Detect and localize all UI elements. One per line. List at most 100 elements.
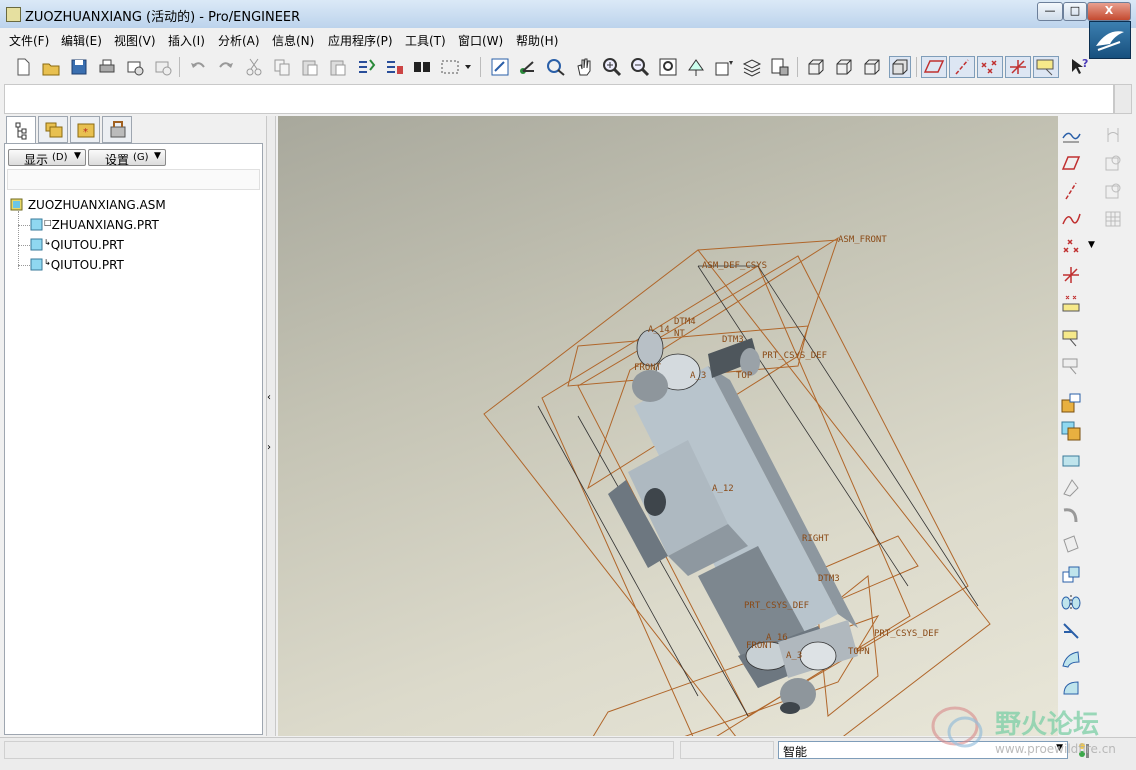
expand-right-icon[interactable]: › (267, 442, 271, 453)
send-mail-icon[interactable] (124, 56, 146, 78)
menu-view[interactable]: 视图(V) (114, 32, 156, 49)
create-component-icon[interactable] (1060, 420, 1082, 442)
show-dropdown-button[interactable]: 显示 (D) ▼ (8, 149, 86, 167)
annotation-toggle-icon[interactable] (1033, 56, 1059, 78)
selection-box-icon[interactable] (439, 56, 475, 78)
datum-curve-tool-icon[interactable] (1060, 208, 1082, 230)
graphics-window[interactable]: ASM_FRONT ASM_DEF_CSYS DTM4 A_14 NT DTM3… (278, 116, 1058, 736)
chevron-down-icon[interactable]: ▼ (1088, 240, 1095, 250)
shell-tool-icon[interactable] (1102, 152, 1124, 174)
zoom-out-icon[interactable] (629, 56, 651, 78)
context-help-icon[interactable]: ? (1068, 56, 1090, 78)
tree-item-part[interactable]: ↳QIUTOU.PRT (18, 257, 124, 272)
hidden-line-icon[interactable] (833, 56, 855, 78)
pattern-tool-icon[interactable] (1060, 564, 1082, 586)
layers-icon[interactable] (741, 56, 763, 78)
chevron-down-icon: ▼ (154, 151, 161, 161)
style-tool-icon[interactable] (1060, 676, 1082, 698)
component-create-icon[interactable] (1060, 356, 1082, 378)
menu-applications[interactable]: 应用程序(P) (328, 32, 393, 49)
tab-connections[interactable] (102, 116, 132, 143)
datum-label: A_12 (712, 484, 734, 494)
copy-icon[interactable] (271, 56, 293, 78)
blend-tool-icon[interactable] (1060, 532, 1082, 554)
minimize-button[interactable]: — (1037, 2, 1063, 21)
menu-insert[interactable]: 插入(I) (168, 32, 205, 49)
feature-toolbar: ▼ (1058, 116, 1136, 736)
shading-icon[interactable] (889, 56, 911, 78)
extrude-tool-icon[interactable] (1060, 448, 1082, 470)
datum-plane-tool-icon[interactable] (1060, 152, 1082, 174)
datum-point-tool-icon[interactable] (1060, 236, 1082, 258)
save-icon[interactable] (68, 56, 90, 78)
settings-dropdown-button[interactable]: 设置 (G) ▼ (88, 149, 166, 167)
draft-tool-icon[interactable] (1102, 208, 1124, 230)
mirror-tool-icon[interactable] (1060, 592, 1082, 614)
tab-favorites[interactable]: * (70, 116, 100, 143)
title-bar: ZUOZHUANXIANG (活动的) - Pro/ENGINEER — □ X (0, 0, 1136, 29)
tree-item-part[interactable]: □ZHUANXIANG.PRT (18, 217, 159, 232)
wireframe-icon[interactable] (805, 56, 827, 78)
datum-axis-tool-icon[interactable] (1060, 180, 1082, 202)
open-file-icon[interactable] (40, 56, 62, 78)
paste-special-icon[interactable] (327, 56, 349, 78)
menu-window[interactable]: 窗口(W) (458, 32, 503, 49)
sweep-tool-icon[interactable] (1060, 504, 1082, 526)
menu-help[interactable]: 帮助(H) (516, 32, 558, 49)
svg-text:?: ? (1082, 57, 1088, 70)
repaint-icon[interactable] (489, 56, 511, 78)
cut-icon[interactable] (243, 56, 265, 78)
view-manager-icon[interactable] (769, 56, 791, 78)
close-button[interactable]: X (1087, 2, 1131, 21)
maximize-button[interactable]: □ (1063, 2, 1087, 21)
component-place-icon[interactable] (1060, 328, 1082, 350)
orient-mode-icon[interactable] (545, 56, 567, 78)
menu-info[interactable]: 信息(N) (272, 32, 314, 49)
message-scrollbar[interactable] (1114, 84, 1132, 114)
new-file-icon[interactable] (12, 56, 34, 78)
send-link-icon[interactable] (152, 56, 174, 78)
pan-hand-icon[interactable] (573, 56, 595, 78)
watermark-title: 野火论坛 (995, 710, 1100, 740)
tree-item-root[interactable]: ZUOZHUANXIANG.ASM (10, 197, 166, 212)
zoom-in-icon[interactable] (601, 56, 623, 78)
spin-center-icon[interactable] (517, 56, 539, 78)
regenerate-icon[interactable] (355, 56, 377, 78)
print-icon[interactable] (96, 56, 118, 78)
assemble-icon[interactable] (1060, 392, 1082, 414)
datum-label: FRONT (634, 363, 662, 373)
datum-label: TOP (736, 371, 753, 381)
tree-item-part[interactable]: ↳QIUTOU.PRT (18, 237, 124, 252)
rib-tool-icon[interactable] (1102, 180, 1124, 202)
tab-model-tree[interactable] (6, 116, 36, 143)
revolve-tool-icon[interactable] (1060, 476, 1082, 498)
menu-tools[interactable]: 工具(T) (405, 32, 446, 49)
merge-tool-icon[interactable] (1060, 620, 1082, 642)
datum-planes-toggle-icon[interactable] (921, 56, 947, 78)
part-icon (30, 258, 43, 271)
menu-file[interactable]: 文件(F) (9, 32, 49, 49)
hole-tool-icon[interactable] (1102, 124, 1124, 146)
menu-analysis[interactable]: 分析(A) (218, 32, 260, 49)
datum-points-toggle-icon[interactable] (977, 56, 1003, 78)
csys-tool-icon[interactable] (1060, 264, 1082, 286)
saved-views-icon[interactable] (713, 56, 735, 78)
reorient-icon[interactable] (685, 56, 707, 78)
find-icon[interactable] (411, 56, 433, 78)
menu-edit[interactable]: 编辑(E) (61, 32, 102, 49)
datum-axes-toggle-icon[interactable] (949, 56, 975, 78)
paste-icon[interactable] (299, 56, 321, 78)
redo-icon[interactable] (215, 56, 237, 78)
csys-toggle-icon[interactable] (1005, 56, 1031, 78)
analysis-feature-icon[interactable] (1060, 292, 1082, 314)
refit-icon[interactable] (657, 56, 679, 78)
boundary-blend-icon[interactable] (1060, 648, 1082, 670)
sketch-datum-curve-icon[interactable] (1060, 124, 1082, 146)
undo-icon[interactable] (187, 56, 209, 78)
svg-text:*: * (83, 127, 88, 138)
no-hidden-icon[interactable] (861, 56, 883, 78)
tab-folder-browser[interactable] (38, 116, 68, 143)
panel-splitter[interactable]: ‹ › (266, 116, 276, 736)
collapse-left-icon[interactable]: ‹ (267, 392, 271, 403)
regen-manager-icon[interactable] (383, 56, 405, 78)
